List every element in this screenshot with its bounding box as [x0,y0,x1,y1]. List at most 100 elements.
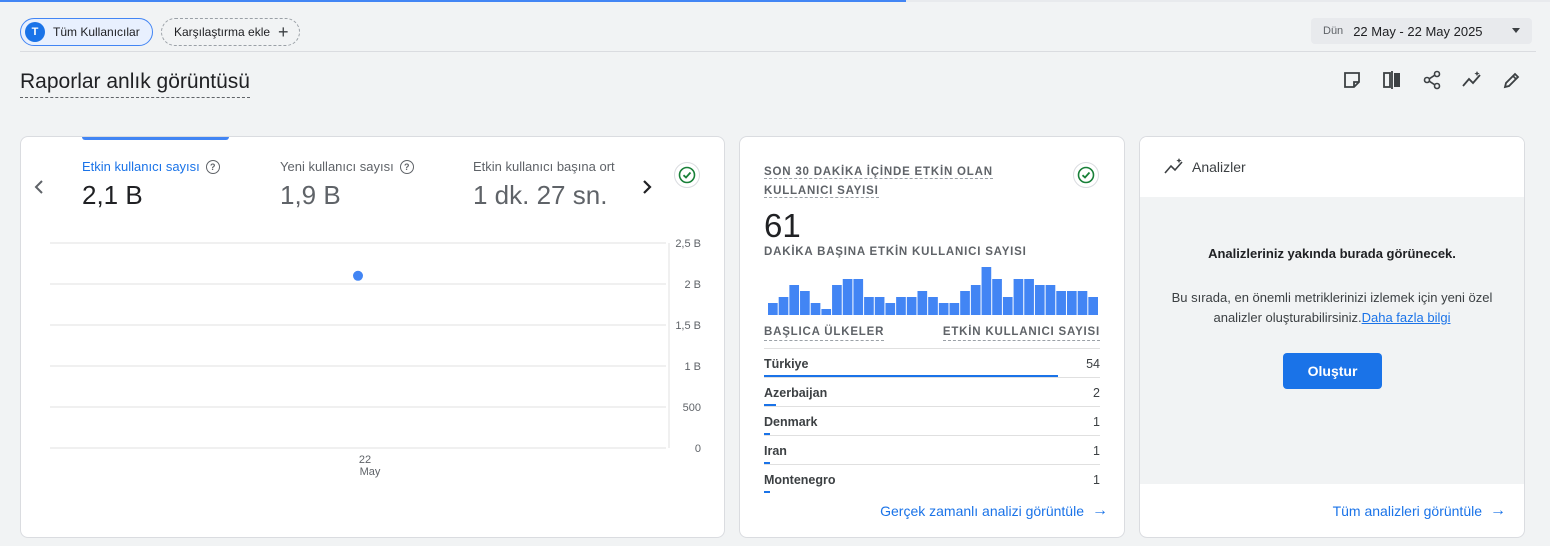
minute-bar[interactable] [800,291,810,315]
countries-column-header[interactable]: BAŞLICA ÜLKELER [764,326,885,341]
page-toolbar [1340,68,1524,92]
view-realtime-label: Gerçek zamanlı analizi görüntüle [880,503,1084,519]
country-row[interactable]: Türkiye 54 [764,348,1100,377]
country-row[interactable]: Azerbaijan 2 [764,377,1100,406]
compare-icon [1383,71,1400,89]
insights-icon [1462,71,1481,87]
note-icon [1344,72,1360,88]
insights-title: Analizler [1192,159,1246,175]
minute-bar[interactable] [1024,279,1034,315]
caret-down-icon [1512,28,1520,33]
metrics-card: Etkin kullanıcı sayısı? 2,1 B Yeni kulla… [20,136,725,538]
country-user-count: 2 [1093,386,1100,400]
minute-bar[interactable] [853,279,864,315]
minute-bar[interactable] [1056,291,1066,315]
insights-button[interactable] [1460,68,1484,92]
edit-icon [1503,72,1520,89]
minute-bar[interactable] [970,285,981,315]
realtime-title-text: SON 30 DAKİKA İÇİNDE ETKİN OLAN KULLANIC… [764,166,993,198]
note-button[interactable] [1340,68,1364,92]
segment-avatar: T [25,22,45,42]
minute-bar[interactable] [949,303,960,315]
minute-bar[interactable] [832,285,842,315]
minute-bar[interactable] [1077,291,1088,315]
minute-bar[interactable] [917,291,928,315]
realtime-user-count: 61 [764,207,801,244]
check-circle-icon [1077,166,1095,184]
country-row[interactable]: Denmark 1 [764,406,1100,435]
insights-description: Bu sırada, en önemli metriklerinizi izle… [1160,288,1504,328]
minute-bar[interactable] [768,303,778,315]
minute-bar[interactable] [1034,285,1045,315]
x-tick-label: 22 [359,454,371,466]
create-insight-button[interactable]: Oluştur [1283,353,1382,389]
x-tick-label: May [360,466,381,478]
add-comparison-label: Karşılaştırma ekle [174,25,271,39]
insights-empty-state: Analizleriniz yakında burada görünecek. … [1140,197,1524,484]
country-user-count: 1 [1093,415,1100,429]
country-name: Iran [764,444,787,458]
page-title[interactable]: Raporlar anlık görüntüsü [20,70,250,98]
plus-icon: + [278,22,289,42]
minute-bar[interactable] [874,297,885,315]
active-users-chart: 2,5 B 2 B 1,5 B 1 B 500 0 22May [50,238,701,478]
edit-button[interactable] [1500,68,1524,92]
insights-header: Analizler [1140,137,1524,197]
minute-bar[interactable] [810,303,821,315]
segment-chip[interactable]: T Tüm Kullanıcılar [20,18,153,46]
minute-bar[interactable] [1088,297,1098,315]
minute-bar[interactable] [981,267,992,315]
share-icon [1423,70,1441,90]
country-user-count: 1 [1093,444,1100,458]
minute-bar[interactable] [992,279,1002,315]
minute-bar[interactable] [789,285,800,315]
share-button[interactable] [1420,68,1444,92]
view-realtime-link[interactable]: Gerçek zamanlı analizi görüntüle → [880,502,1108,520]
insights-icon [1164,158,1183,174]
view-all-insights-link[interactable]: Tüm analizleri görüntüle → [1333,502,1506,520]
view-all-insights-label: Tüm analizleri görüntüle [1332,503,1482,519]
data-quality-badge[interactable] [1073,162,1099,188]
minute-bar[interactable] [821,309,832,315]
minute-bar[interactable] [960,291,970,315]
minute-bar[interactable] [778,297,789,315]
minute-bar[interactable] [896,297,906,315]
country-name: Denmark [764,415,818,429]
country-user-count: 1 [1093,473,1100,487]
segment-label: Tüm Kullanıcılar [53,25,140,39]
minute-bar[interactable] [842,279,853,315]
minute-bar[interactable] [864,297,874,315]
country-name: Türkiye [764,357,809,371]
y-tick-label: 0 [695,443,701,455]
add-comparison-button[interactable]: Karşılaştırma ekle + [161,18,300,46]
date-range-picker[interactable]: Dün 22 May - 22 May 2025 [1311,18,1532,44]
minute-bar[interactable] [1066,291,1077,315]
users-column-header[interactable]: ETKİN KULLANICI SAYISI [942,326,1100,341]
country-name: Azerbaijan [764,386,828,400]
divider [20,51,1536,52]
learn-more-link[interactable]: Daha fazla bilgi [1362,310,1451,325]
y-tick-label: 2,5 B [675,238,701,250]
y-tick-label: 2 B [684,279,701,291]
country-list: Türkiye 54 Azerbaijan 2 Denmark 1 Iran 1 Montene… [764,348,1100,493]
minute-bar[interactable] [1013,279,1024,315]
y-tick-label: 1,5 B [675,320,701,332]
minute-bar[interactable] [906,297,917,315]
data-point[interactable] [353,270,363,281]
country-row[interactable]: Iran 1 [764,435,1100,464]
minute-bar[interactable] [938,303,949,315]
filter-bar: T Tüm Kullanıcılar Karşılaştırma ekle + … [0,0,1550,52]
arrow-right-icon: → [1092,502,1108,519]
insights-card: Analizler Analizleriniz yakında burada g… [1139,136,1525,538]
compare-button[interactable] [1380,68,1404,92]
minute-bar[interactable] [928,297,938,315]
country-name: Montenegro [764,473,836,487]
minute-bar[interactable] [885,303,896,315]
date-prefix: Dün [1323,25,1344,37]
minute-bar[interactable] [1002,297,1013,315]
realtime-title: SON 30 DAKİKA İÇİNDE ETKİN OLAN KULLANIC… [764,163,1054,201]
country-row[interactable]: Montenegro 1 [764,464,1100,493]
realtime-card: SON 30 DAKİKA İÇİNDE ETKİN OLAN KULLANIC… [739,136,1125,538]
minute-bar[interactable] [1045,285,1056,315]
per-minute-label: DAKİKA BAŞINA ETKİN KULLANICI SAYISI [764,246,1027,258]
